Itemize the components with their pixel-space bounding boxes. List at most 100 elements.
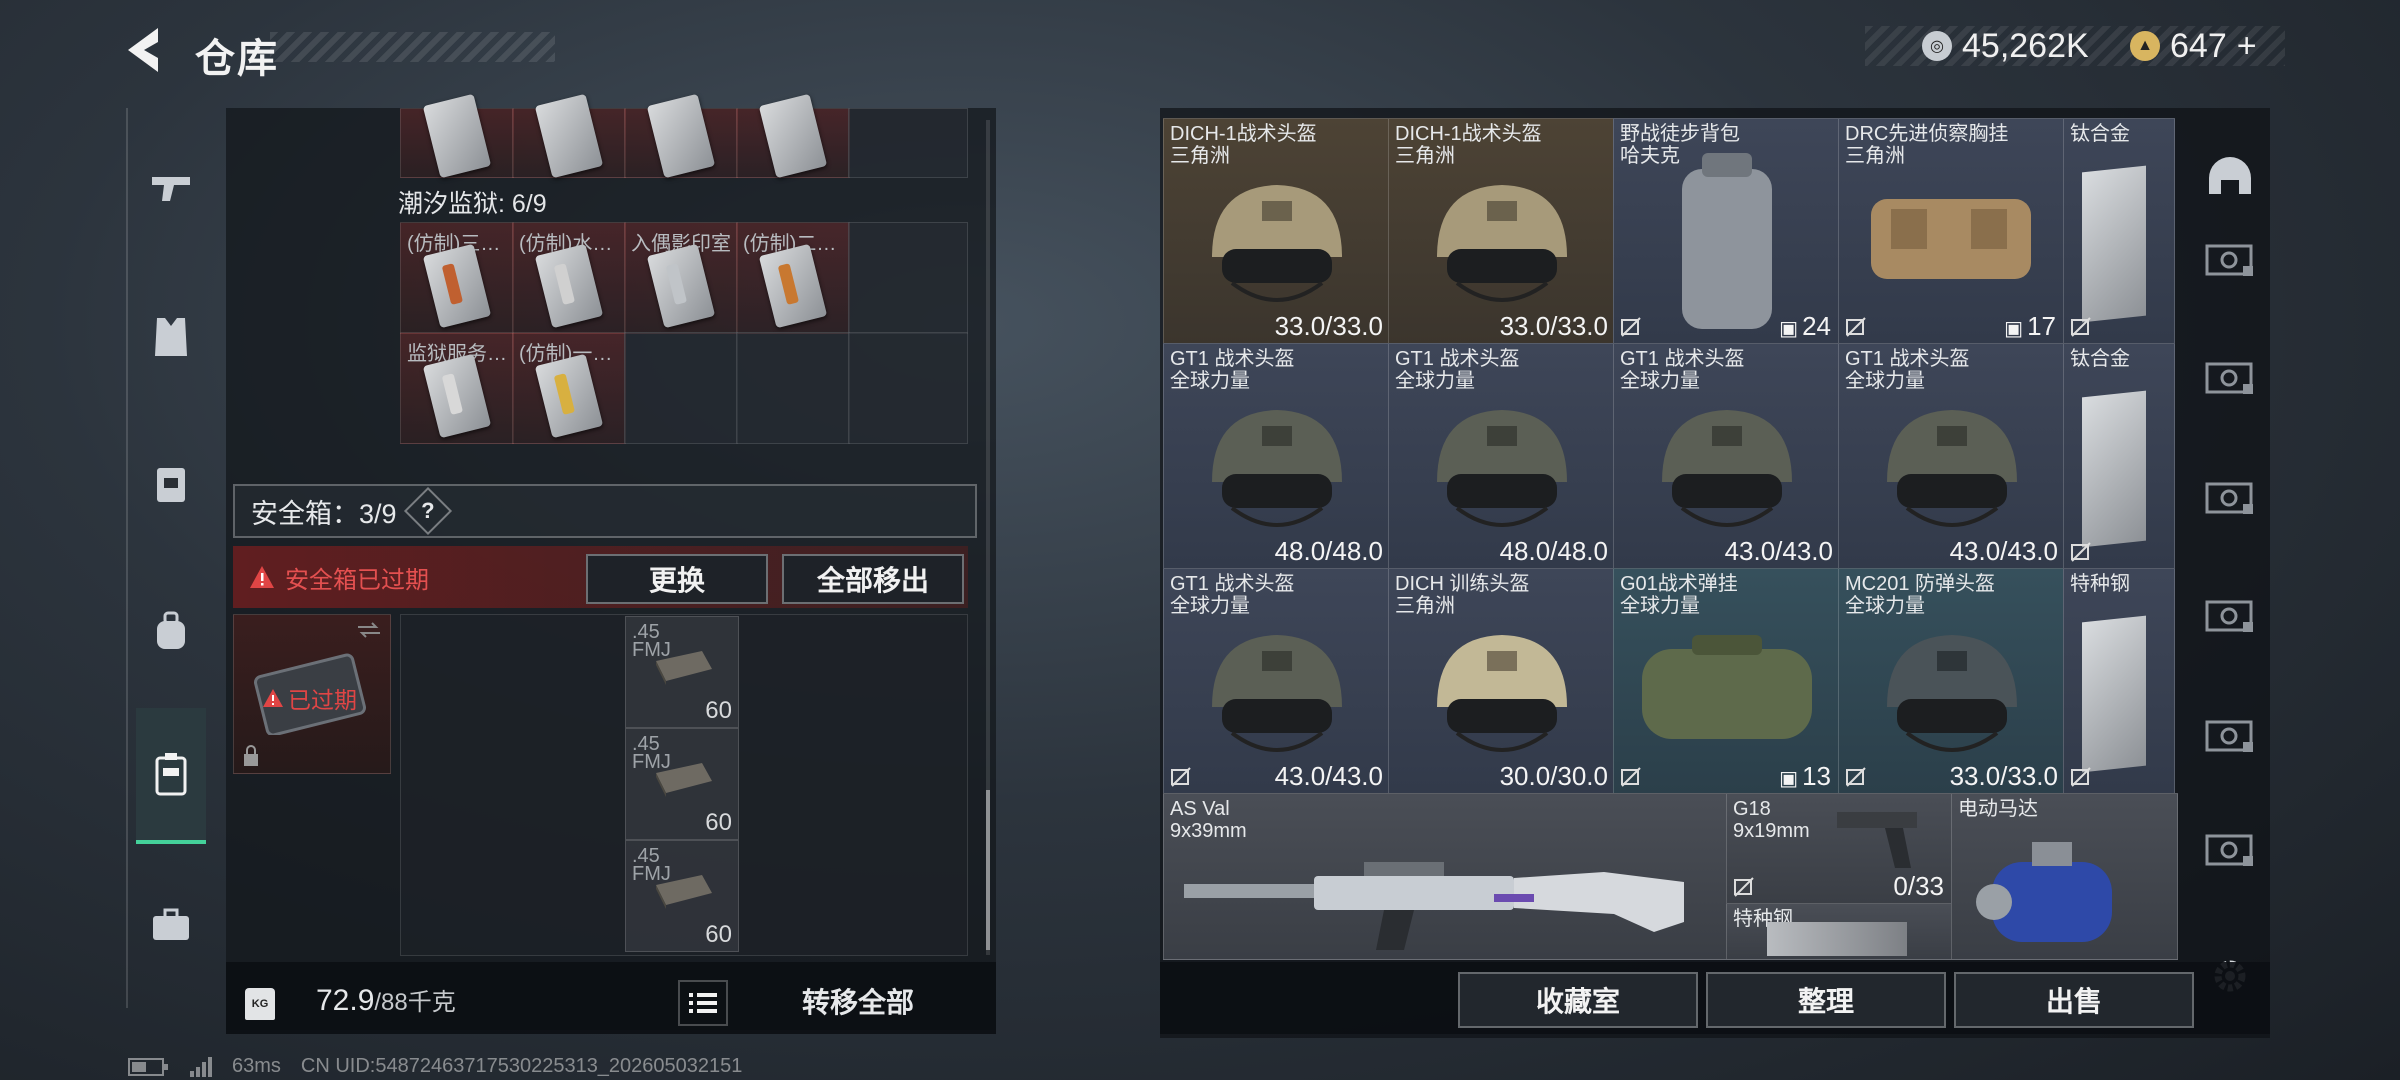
stash-item[interactable]: DICH 训练头盔 三角洲 30.0/30.0 bbox=[1388, 568, 1615, 795]
stash-item[interactable]: GT1 战术头盔 全球力量 43.0/43.0 bbox=[1163, 568, 1390, 795]
page-title: 仓库 bbox=[195, 37, 279, 81]
sell-button[interactable]: 出售 bbox=[1954, 972, 2194, 1028]
scrollbar-thumb[interactable] bbox=[986, 790, 990, 950]
prison-cell[interactable]: (仿制)三… bbox=[400, 222, 514, 334]
no-insurance-icon bbox=[1734, 877, 1754, 897]
item-sub: 全球力量 bbox=[1845, 595, 1925, 617]
no-insurance-icon bbox=[1846, 317, 1866, 337]
item-asval[interactable]: AS Val 9x39mm bbox=[1163, 793, 1728, 960]
stash-item[interactable]: GT1 战术头盔 全球力量 43.0/43.0 bbox=[1838, 343, 2065, 570]
sidebar-weapons[interactable] bbox=[136, 154, 206, 224]
sidebar-safe-case[interactable] bbox=[136, 708, 206, 844]
keycard-stripe bbox=[441, 263, 464, 305]
stash-item[interactable]: 野战徒步背包 哈夫克 ▣ 24 bbox=[1613, 118, 1840, 345]
item-sub: 全球力量 bbox=[1170, 595, 1250, 617]
expired-overlay: 已过期 bbox=[262, 681, 357, 715]
stash-item[interactable]: GT1 战术头盔 全球力量 48.0/48.0 bbox=[1163, 343, 1390, 570]
stash-item[interactable]: 钛合金 bbox=[2063, 343, 2175, 570]
item-special-steel-small[interactable]: 特种钢 bbox=[1726, 903, 1953, 960]
rail-filter-1[interactable] bbox=[2200, 228, 2260, 288]
add-currency-button[interactable]: + bbox=[2237, 27, 2257, 66]
stash-item[interactable]: DRC先进侦察胸挂 三角洲 ▣ 17 bbox=[1838, 118, 2065, 345]
helmet-image bbox=[1887, 410, 2017, 527]
sort-button[interactable]: 整理 bbox=[1706, 972, 1946, 1028]
sidebar-briefcase[interactable] bbox=[136, 890, 206, 960]
sidebar-chest-rig[interactable] bbox=[136, 448, 206, 518]
safe-box-header: 安全箱：3/9 ? bbox=[233, 484, 977, 538]
rail-filter-3[interactable] bbox=[2200, 466, 2260, 526]
remove-all-button[interactable]: 全部移出 bbox=[782, 554, 964, 604]
stash-item[interactable]: 钛合金 bbox=[2063, 118, 2175, 345]
rail-filter-2[interactable] bbox=[2200, 346, 2260, 406]
currency-secondary[interactable]: ▲ 647 + bbox=[2130, 26, 2257, 66]
top-cell-5[interactable] bbox=[848, 108, 968, 178]
item-g18[interactable]: G18 9x19mm 0/33 bbox=[1726, 793, 1953, 905]
top-cell-1[interactable] bbox=[400, 93, 514, 179]
ammo-item[interactable]: .45 FMJ 60 bbox=[625, 728, 739, 840]
prison-cell[interactable]: (仿制)二… bbox=[736, 222, 850, 334]
stash-item[interactable]: DICH-1战术头盔 三角洲 33.0/33.0 bbox=[1388, 118, 1615, 345]
rail-filter-5[interactable] bbox=[2200, 704, 2260, 764]
item-sub: 哈夫克 bbox=[1620, 145, 1680, 167]
item-sub: 全球力量 bbox=[1620, 595, 1700, 617]
item-electric-motor[interactable]: 电动马达 bbox=[1951, 793, 2178, 960]
item-name: DRC先进侦察胸挂 bbox=[1845, 123, 2009, 145]
sidebar-armor[interactable] bbox=[136, 302, 206, 372]
prison-cell[interactable]: (仿制)水… bbox=[512, 222, 626, 334]
prison-cell[interactable]: 入偶影印室 bbox=[624, 222, 738, 334]
help-button[interactable]: ? bbox=[403, 486, 452, 536]
plate-tier-icon bbox=[2205, 482, 2253, 514]
rail-filter-4[interactable] bbox=[2200, 584, 2260, 644]
diamond-coin-icon: ▲ bbox=[2130, 31, 2160, 61]
stash-item[interactable]: 特种钢 bbox=[2063, 568, 2175, 795]
stash-item[interactable]: G01战术弹挂 全球力量 ▣ 13 bbox=[1613, 568, 1840, 795]
top-cell-3[interactable] bbox=[624, 93, 738, 179]
keycard-icon bbox=[534, 243, 604, 329]
prison-cell[interactable] bbox=[848, 332, 968, 444]
left-sidebar bbox=[126, 108, 222, 1008]
no-insurance-icon bbox=[1621, 317, 1641, 337]
rail-filter-6[interactable] bbox=[2200, 818, 2260, 878]
prison-cell[interactable] bbox=[736, 332, 850, 444]
stash-item[interactable]: GT1 战术头盔 全球力量 48.0/48.0 bbox=[1388, 343, 1615, 570]
top-cell-4[interactable] bbox=[736, 93, 850, 179]
ping-value: 63ms bbox=[232, 1055, 281, 1077]
item-name: GT1 战术头盔 bbox=[1170, 573, 1295, 595]
ammo-item[interactable]: .45 FMJ 60 bbox=[625, 840, 739, 952]
keycard-icon bbox=[758, 93, 828, 179]
backpack-rig-icon bbox=[157, 468, 185, 502]
item-name: GT1 战术头盔 bbox=[1395, 348, 1520, 370]
lock-icon bbox=[244, 745, 258, 766]
top-cell-2[interactable] bbox=[512, 93, 626, 179]
back-button[interactable] bbox=[120, 22, 180, 78]
keycard-stripe bbox=[553, 263, 576, 305]
prison-cell[interactable] bbox=[848, 222, 968, 334]
prison-cell[interactable]: 监狱服务… bbox=[400, 332, 514, 444]
collection-room-button[interactable]: 收藏室 bbox=[1458, 972, 1698, 1028]
plate-image bbox=[2082, 615, 2146, 773]
currency-primary: ◎ 45,262K bbox=[1922, 26, 2089, 66]
durability-value: 43.0/43.0 bbox=[1949, 536, 2058, 566]
durability-value: 33.0/33.0 bbox=[1499, 311, 1608, 341]
stash-item[interactable]: MC201 防弹头盔 全球力量 33.0/33.0 bbox=[1838, 568, 2065, 795]
keycard-icon bbox=[646, 243, 716, 329]
rail-helmet-filter[interactable] bbox=[2200, 146, 2260, 206]
safe-box-item[interactable]: 已过期 bbox=[233, 614, 391, 774]
swap-button[interactable]: 更换 bbox=[586, 554, 768, 604]
keycard-icon bbox=[422, 243, 492, 329]
prison-cell[interactable]: (仿制)一… bbox=[512, 332, 626, 444]
status-line: 63ms CN UID:5487246371753022531​3_202605… bbox=[128, 1055, 742, 1078]
plate-tier-icon bbox=[2205, 600, 2253, 632]
list-view-button[interactable] bbox=[678, 980, 728, 1026]
stash-item[interactable]: GT1 战术头盔 全球力量 43.0/43.0 bbox=[1613, 343, 1840, 570]
capacity-icon: ▣ bbox=[1779, 318, 1799, 340]
ammo-item[interactable]: .45 FMJ 60 bbox=[625, 616, 739, 728]
backpack-icon bbox=[157, 611, 185, 649]
stash-item[interactable]: DICH-1战术头盔 三角洲 33.0/33.0 bbox=[1163, 118, 1390, 345]
sidebar-backpack[interactable] bbox=[136, 596, 206, 666]
no-insurance-icon bbox=[2071, 317, 2091, 337]
prison-cell[interactable] bbox=[624, 332, 738, 444]
weight-current: 72.9 bbox=[316, 984, 375, 1017]
transfer-all-button[interactable]: 转移全部 bbox=[740, 976, 976, 1026]
ammo-count: 60 bbox=[705, 921, 732, 948]
